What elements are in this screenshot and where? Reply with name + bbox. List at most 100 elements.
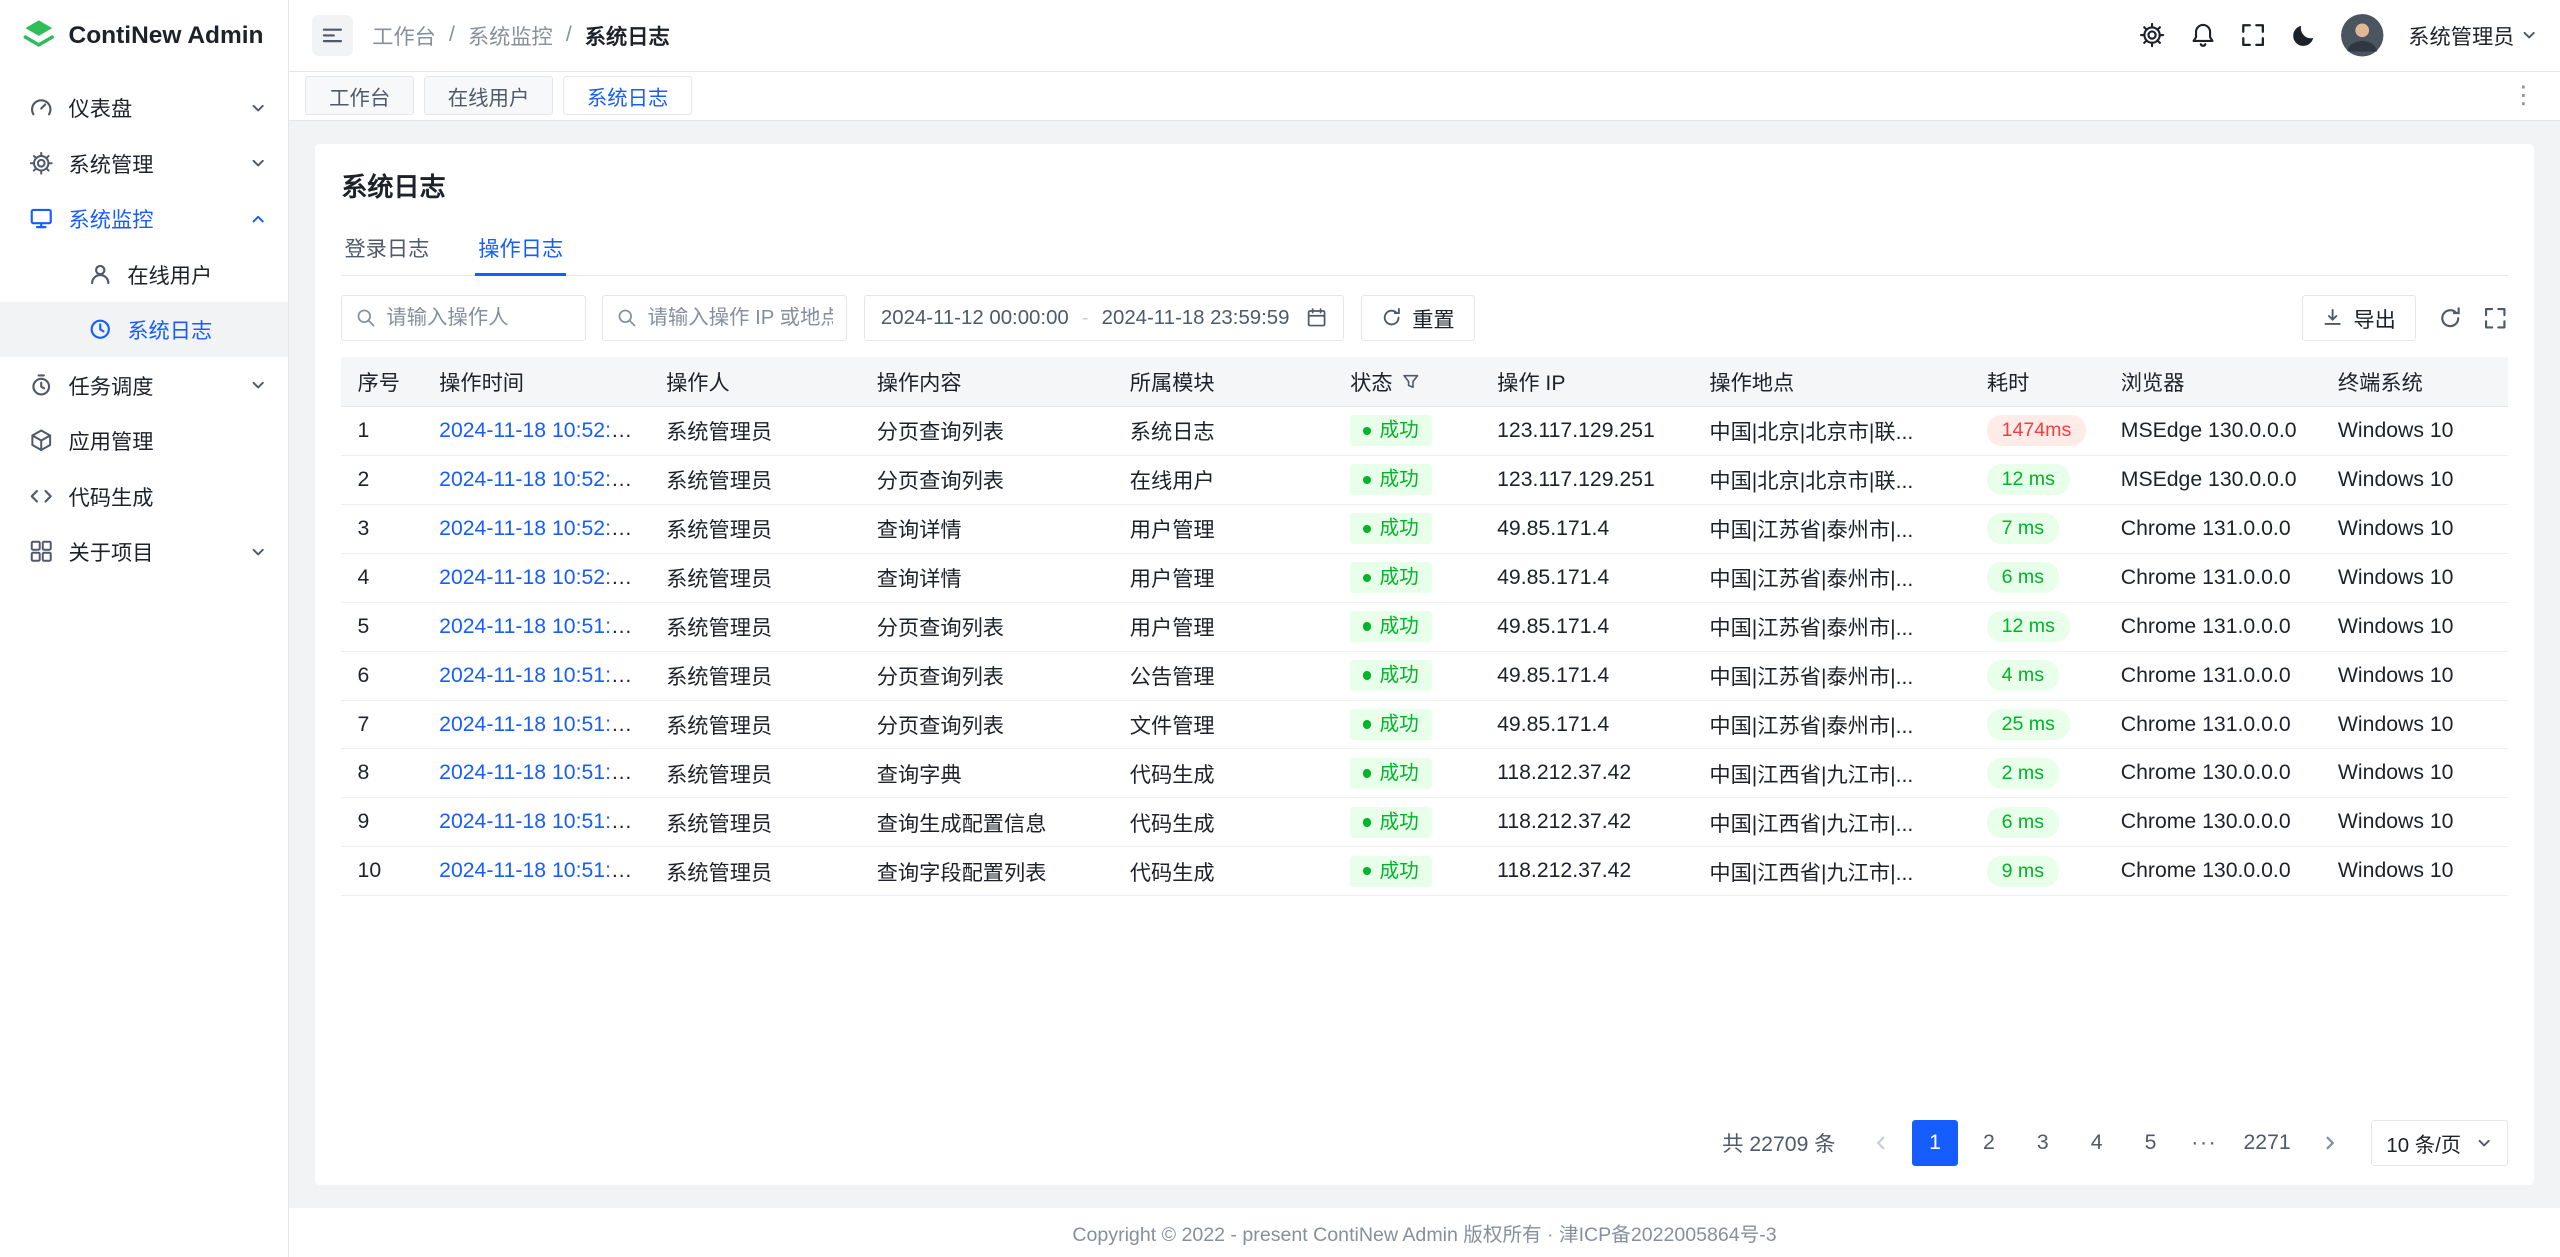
sidebar-item-about-project[interactable]: 关于项目 — [0, 524, 288, 580]
cell-no: 10 — [341, 847, 423, 896]
date-range-picker[interactable]: 2024-11-12 00:00:00 - 2024-11-18 23:59:5… — [864, 295, 1345, 341]
status-text: 成功 — [1380, 760, 1419, 788]
log-detail-link[interactable]: 2024-11-18 10:51:49 — [439, 810, 634, 833]
page-button-last[interactable]: 2271 — [2235, 1120, 2299, 1166]
tab-operation-log[interactable]: 操作日志 — [475, 221, 566, 275]
log-detail-link[interactable]: 2024-11-18 10:52:47 — [439, 468, 634, 491]
cell-status: 成功 — [1334, 455, 1481, 504]
cell-no: 9 — [341, 798, 423, 847]
tab-workbench[interactable]: 工作台 — [305, 76, 414, 115]
prev-page-button[interactable] — [1858, 1120, 1904, 1166]
table-row: 52024-11-18 10:51:55系统管理员分页查询列表用户管理成功49.… — [341, 602, 2508, 651]
menu-fold-icon — [321, 24, 344, 47]
user-menu[interactable]: 系统管理员 — [2408, 20, 2537, 51]
sidebar-item-label: 关于项目 — [69, 536, 236, 567]
sidebar-item-system-monitor[interactable]: 系统监控 — [0, 191, 288, 247]
status-dot — [1363, 671, 1371, 679]
cell-browser: Chrome 131.0.0.0 — [2104, 602, 2321, 651]
tab-label: 登录日志 — [344, 238, 429, 261]
sidebar-collapse-button[interactable] — [312, 15, 353, 56]
page-size-select[interactable]: 10 条/页 — [2371, 1120, 2508, 1166]
tab-more-icon[interactable]: ⋮ — [2503, 84, 2544, 108]
log-detail-link[interactable]: 2024-11-18 10:51:52 — [439, 713, 634, 736]
page-button-3[interactable]: 3 — [2020, 1120, 2066, 1166]
cell-duration: 9 ms — [1971, 847, 2105, 896]
cell-location: 中国|北京|北京市|联... — [1693, 455, 1971, 504]
cell-os: Windows 10 — [2322, 504, 2508, 553]
sidebar-item-dashboard[interactable]: 仪表盘 — [0, 80, 288, 136]
status-text: 成功 — [1380, 515, 1419, 543]
cell-ip: 49.85.171.4 — [1481, 651, 1693, 700]
settings-icon[interactable] — [2139, 22, 2165, 48]
page-button-2[interactable]: 2 — [1966, 1120, 2012, 1166]
duration-badge: 9 ms — [1987, 856, 2059, 887]
page-button-5[interactable]: 5 — [2128, 1120, 2174, 1166]
log-detail-link[interactable]: 2024-11-18 10:51:49 — [439, 859, 634, 882]
cell-time: 2024-11-18 10:52:12 — [423, 504, 650, 553]
reset-button[interactable]: 重置 — [1361, 295, 1476, 341]
cell-ip: 118.212.37.42 — [1481, 798, 1693, 847]
export-button[interactable]: 导出 — [2302, 295, 2417, 341]
sidebar-item-online-users[interactable]: 在线用户 — [0, 246, 288, 302]
sidebar-item-system-log[interactable]: 系统日志 — [0, 302, 288, 358]
cell-no: 5 — [341, 602, 423, 651]
col-header-time: 操作时间 — [423, 357, 650, 406]
operator-search-input[interactable] — [386, 307, 572, 330]
page-button-4[interactable]: 4 — [2074, 1120, 2120, 1166]
cell-content: 查询详情 — [860, 504, 1113, 553]
next-page-button[interactable] — [2307, 1120, 2353, 1166]
bell-icon[interactable] — [2190, 22, 2216, 48]
col-header-browser: 浏览器 — [2104, 357, 2321, 406]
sidebar-item-app-management[interactable]: 应用管理 — [0, 413, 288, 469]
tab-system-log[interactable]: 系统日志 — [563, 76, 692, 115]
status-text: 成功 — [1380, 613, 1419, 641]
cell-content: 查询字段配置列表 — [860, 847, 1113, 896]
fullscreen-icon[interactable] — [2240, 22, 2266, 48]
breadcrumb-item[interactable]: 工作台 — [372, 20, 436, 51]
status-dot — [1363, 867, 1371, 875]
tab-online-users[interactable]: 在线用户 — [424, 76, 553, 115]
log-detail-link[interactable]: 2024-11-18 10:52:12 — [439, 517, 634, 540]
fullscreen-table-button[interactable] — [2483, 306, 2507, 330]
sidebar-item-label: 任务调度 — [69, 370, 236, 401]
table-row: 62024-11-18 10:51:53系统管理员分页查询列表公告管理成功49.… — [341, 651, 2508, 700]
cube-icon — [29, 428, 53, 452]
cell-operator: 系统管理员 — [650, 847, 861, 896]
cell-status: 成功 — [1334, 406, 1481, 455]
status-text: 成功 — [1380, 662, 1419, 690]
avatar[interactable] — [2341, 14, 2383, 56]
sidebar-item-system-management[interactable]: 系统管理 — [0, 135, 288, 191]
col-header-location: 操作地点 — [1693, 357, 1971, 406]
tab-login-log[interactable]: 登录日志 — [341, 221, 432, 275]
cell-no: 3 — [341, 504, 423, 553]
log-detail-link[interactable]: 2024-11-18 10:52:05 — [439, 566, 634, 589]
table-row: 42024-11-18 10:52:05系统管理员查询详情用户管理成功49.85… — [341, 553, 2508, 602]
cell-ip: 118.212.37.42 — [1481, 749, 1693, 798]
log-detail-link[interactable]: 2024-11-18 10:51:55 — [439, 615, 634, 638]
refresh-icon — [1381, 307, 1402, 328]
duration-badge: 12 ms — [1987, 611, 2070, 642]
cell-module: 代码生成 — [1113, 749, 1333, 798]
page-button-1[interactable]: 1 — [1912, 1120, 1958, 1166]
moon-icon[interactable] — [2291, 22, 2317, 48]
more-pages-button[interactable]: ··· — [2181, 1120, 2227, 1166]
breadcrumb-item[interactable]: 系统监控 — [468, 20, 553, 51]
content-area: 系统日志 登录日志 操作日志 2024-11-12 00:00: — [289, 121, 2560, 1208]
status-text: 成功 — [1380, 466, 1419, 494]
sidebar-item-code-generation[interactable]: 代码生成 — [0, 468, 288, 524]
grid-icon — [29, 539, 53, 563]
refresh-table-button[interactable] — [2438, 306, 2462, 330]
calendar-icon — [1306, 307, 1327, 328]
log-table: 序号 操作时间 操作人 操作内容 所属模块 状态 操作 IP 操作 — [341, 357, 2508, 1104]
table-row: 32024-11-18 10:52:12系统管理员查询详情用户管理成功49.85… — [341, 504, 2508, 553]
cell-operator: 系统管理员 — [650, 553, 861, 602]
sidebar-item-task-schedule[interactable]: 任务调度 — [0, 357, 288, 413]
refresh-icon — [2438, 306, 2462, 330]
filter-funnel-icon[interactable] — [1401, 372, 1421, 392]
log-detail-link[interactable]: 2024-11-18 10:51:50 — [439, 761, 634, 784]
cell-os: Windows 10 — [2322, 749, 2508, 798]
log-detail-link[interactable]: 2024-11-18 10:51:53 — [439, 664, 634, 687]
ip-search-input[interactable] — [647, 307, 833, 330]
cell-no: 8 — [341, 749, 423, 798]
log-detail-link[interactable]: 2024-11-18 10:52:55 — [439, 419, 634, 442]
